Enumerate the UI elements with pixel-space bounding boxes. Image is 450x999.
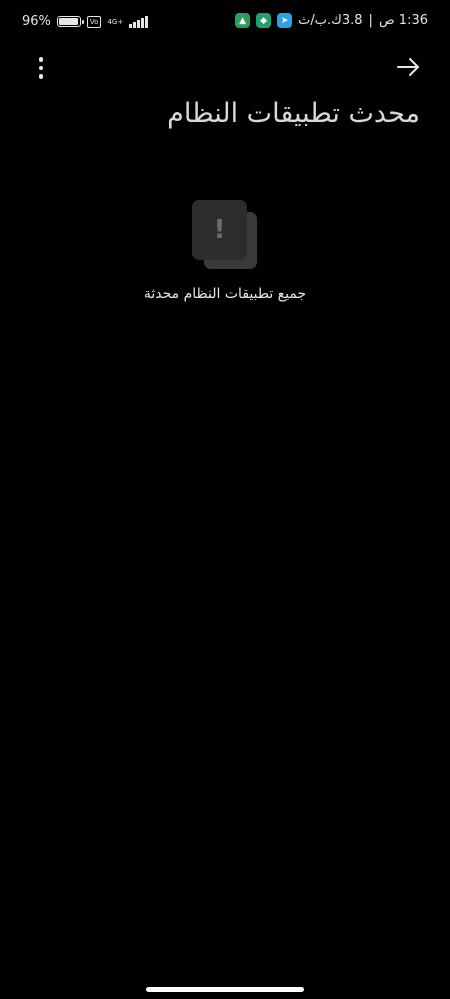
status-bar: 96% Vo 4G+ ▲ ◆ ➤ 3.8ك.ب/ث | 1:36 ص	[0, 0, 450, 46]
shield-icon: ◆	[256, 13, 272, 28]
clock: 1:36 ص	[378, 13, 428, 28]
network-type-label: 4G+	[107, 17, 124, 26]
network-type-icon: 4G+	[107, 18, 123, 26]
exclamation-icon: !	[213, 215, 226, 245]
empty-state-icon: !	[192, 200, 258, 270]
back-button[interactable]	[394, 54, 422, 80]
data-speed: 3.8ك.ب/ث	[298, 13, 363, 28]
status-left: 96% Vo 4G+	[22, 14, 148, 29]
battery-icon	[56, 16, 84, 27]
battery-fill	[58, 18, 79, 25]
battery-percentage: 96%	[22, 14, 51, 29]
page-title: محدث تطبيقات النظام	[167, 98, 420, 129]
icon-card-front: !	[192, 200, 247, 260]
app-notification-icon: ▲	[235, 13, 251, 28]
volte-icon: Vo	[86, 15, 102, 28]
status-right: ▲ ◆ ➤ 3.8ك.ب/ث | 1:36 ص	[235, 13, 428, 28]
telegram-icon: ➤	[277, 13, 293, 28]
arrow-right-icon	[397, 58, 419, 76]
signal-strength-icon	[129, 15, 148, 28]
empty-state-message: جميع تطبيقات النظام محدثة	[143, 286, 307, 302]
status-separator: |	[368, 13, 373, 28]
more-vert-icon	[38, 57, 44, 62]
more-options-button[interactable]	[30, 55, 52, 81]
home-indicator[interactable]	[146, 987, 304, 992]
